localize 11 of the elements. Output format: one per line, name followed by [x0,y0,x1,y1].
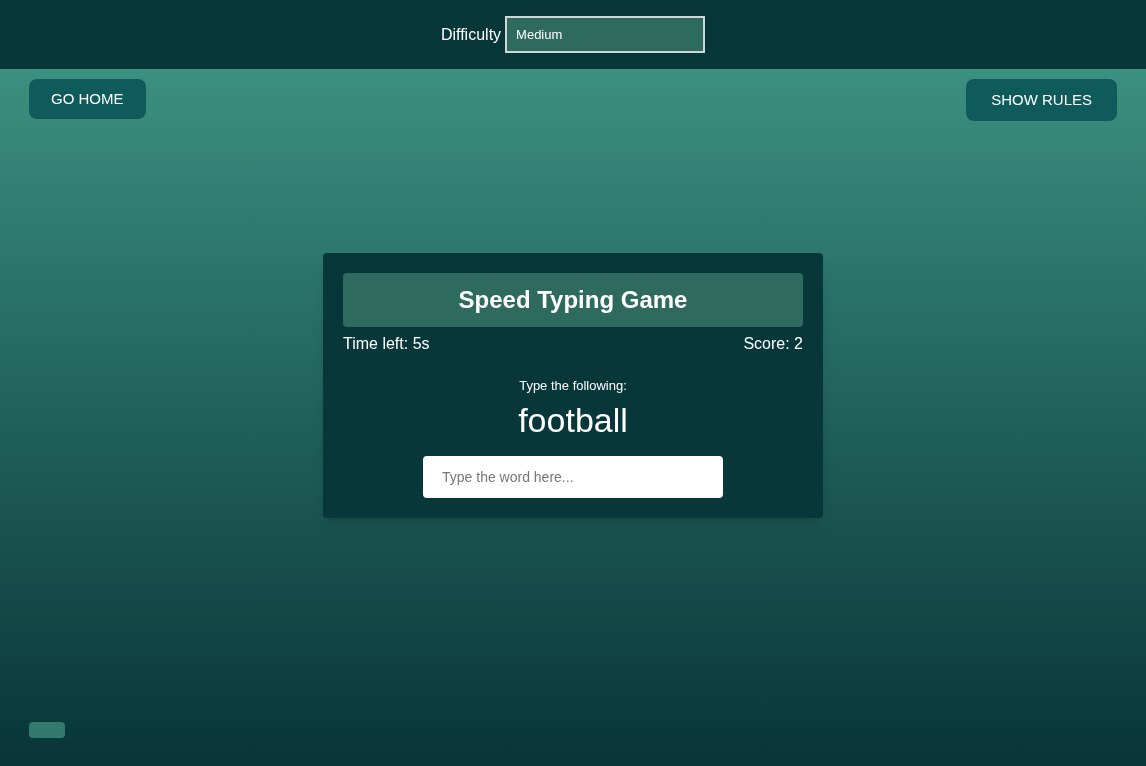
show-rules-button[interactable]: SHOW RULES [966,79,1117,121]
word-input-field[interactable]: Type the word here... [423,455,723,498]
target-word: football [518,399,628,441]
time-left-text: Time left: 5s [343,334,430,354]
game-title: Speed Typing Game [343,273,803,327]
prompt-text: Type the following: [519,377,627,395]
go-home-button[interactable]: GO HOME [29,79,146,119]
difficulty-label: Difficulty [440,24,502,45]
difficulty-select[interactable]: Medium [505,16,706,53]
small-button[interactable] [29,722,65,738]
score-text: Score: 2 [743,334,803,354]
